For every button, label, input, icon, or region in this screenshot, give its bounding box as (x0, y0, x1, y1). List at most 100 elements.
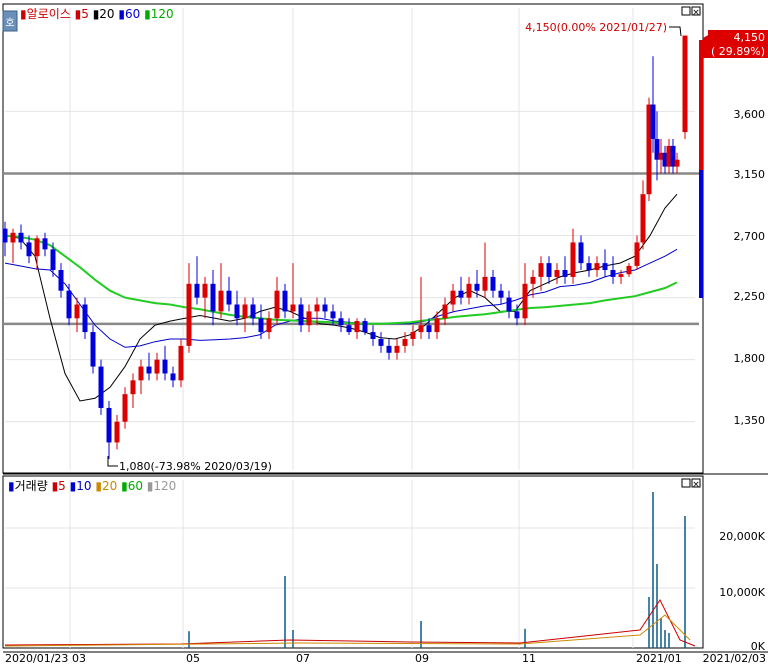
candle-body (482, 276, 488, 291)
price-legend: ▮알로이스 ▮5 ▮20 ▮60 ▮120 (20, 7, 174, 21)
current-change: ( 29.89%) (711, 45, 765, 58)
candle-body (122, 394, 128, 422)
side-button-label: 호 (5, 17, 14, 29)
candle-body (82, 304, 88, 333)
candle-body (18, 232, 24, 243)
candle-body (634, 242, 640, 266)
candle-body (42, 238, 48, 250)
candle-body (66, 290, 72, 319)
candle-body (426, 325, 432, 333)
x-tick-label: 11 (522, 652, 536, 664)
y-tick-label: 2,250 (734, 290, 766, 303)
volume-panel-frame (2, 475, 704, 649)
x-tick-label: 07 (296, 652, 310, 664)
legend-item: 5 (58, 479, 66, 493)
legend-item: 20 (102, 479, 117, 493)
candle-body (458, 290, 464, 298)
candle-body (218, 290, 224, 312)
candle-body (546, 263, 552, 277)
volume-axis: 20,000K 10,000K 0K (719, 530, 765, 653)
x-tick-label: 03 (72, 652, 86, 664)
candle-body (90, 332, 96, 367)
candle-body (290, 304, 296, 312)
vol-tick-label: 20,000K (719, 530, 765, 543)
candle-body (98, 366, 104, 408)
candle-body (466, 283, 472, 298)
legend-item: 60 (128, 479, 143, 493)
candle-body (242, 304, 248, 319)
candle-body (258, 318, 264, 333)
high-annotation-text: 4,150(0.00% 2021/01/27) (525, 21, 667, 34)
candle-body (618, 274, 624, 277)
maximize-button[interactable] (681, 478, 691, 488)
candle-body (474, 283, 480, 291)
current-price: 4,150 (734, 31, 766, 44)
candle-body (266, 318, 272, 333)
candle-body (594, 263, 600, 271)
x-tick-label: 2020/01/23 (5, 652, 68, 664)
legend-item: 20 (99, 7, 114, 21)
candle-body (234, 304, 240, 319)
candle-body (34, 238, 40, 257)
candle-body (674, 159, 680, 167)
candle-body (274, 290, 280, 319)
candle-body (114, 421, 120, 443)
legend-item: 거래량 (15, 479, 48, 493)
candle-body (378, 338, 384, 346)
price-range-bar-down (699, 170, 703, 298)
candle-body (362, 321, 368, 333)
x-tick-label: 2021/02/03 (703, 652, 766, 664)
candle-body (306, 311, 312, 326)
candle-body (354, 321, 360, 333)
x-tick-label: 2021/01 (636, 652, 682, 664)
candle-body (178, 345, 184, 381)
candle-body (314, 304, 320, 312)
candle-body (194, 283, 200, 298)
candle-body (10, 232, 16, 243)
y-tick-label: 1,800 (734, 352, 766, 365)
x-axis: 2020/01/23 03 05 07 09 11 2021/01 2021/0… (3, 651, 768, 664)
price-panel-frame (2, 3, 704, 474)
candle-body (650, 104, 656, 140)
y-tick-label: 3,600 (734, 108, 766, 121)
candle-body (226, 290, 232, 305)
candle-body (170, 373, 176, 381)
candle-body (2, 228, 8, 243)
volume-legend: ▮거래량 ▮5 ▮10 ▮20 ▮60 ▮120 (8, 479, 176, 493)
legend-item: 120 (153, 479, 176, 493)
candle-body (250, 304, 256, 319)
candle-body (394, 345, 400, 353)
close-icon: × (692, 480, 700, 490)
candle-body (498, 290, 504, 298)
y-tick-label: 2,700 (734, 230, 766, 243)
candle-body (186, 283, 192, 346)
x-tick-label: 05 (186, 652, 200, 664)
legend-item: 60 (125, 7, 140, 21)
candle-body (154, 359, 160, 374)
candle-body (50, 249, 56, 271)
candle-body (530, 276, 536, 284)
candle-body (298, 304, 304, 326)
candle-body (26, 242, 32, 257)
candle-body (162, 359, 168, 374)
side-toggle-button[interactable]: 호 (2, 10, 18, 32)
candle-body (410, 332, 416, 339)
legend-item: 10 (76, 479, 91, 493)
candle-body (106, 407, 112, 443)
candle-body (450, 290, 456, 305)
candle-body (282, 290, 288, 312)
maximize-button[interactable] (681, 6, 691, 16)
candle-body (402, 338, 408, 346)
y-tick-label: 1,350 (734, 414, 766, 427)
candle-body (490, 276, 496, 291)
price-axis: 3,600 3,150 2,700 2,250 1,800 1,350 (734, 108, 766, 427)
high-annotation: 4,150(0.00% 2021/01/27) (525, 21, 682, 37)
candle-body (640, 194, 646, 243)
candle-body (578, 242, 584, 264)
legend-item: 120 (151, 7, 174, 21)
price-range-bar-up (699, 40, 703, 170)
candle-body (570, 242, 576, 277)
candle-body (442, 304, 448, 319)
candle-body (418, 325, 424, 333)
candle-body (586, 263, 592, 271)
